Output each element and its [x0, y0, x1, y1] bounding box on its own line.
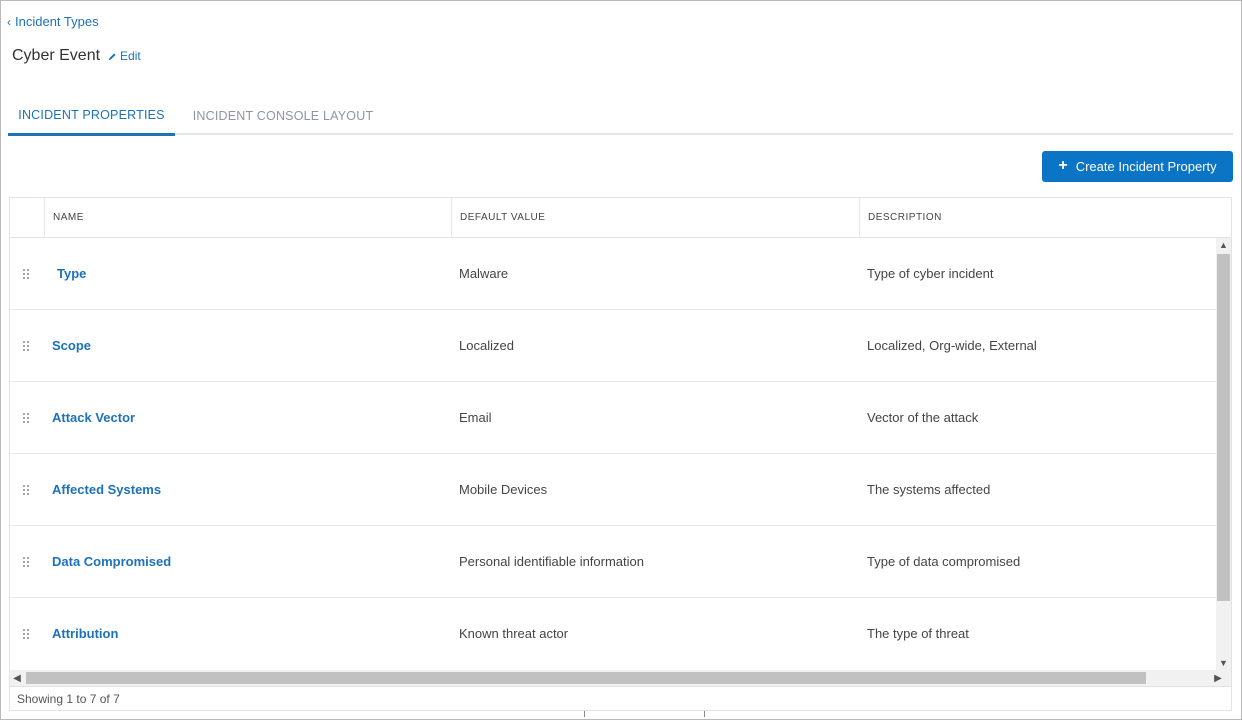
default-value-cell: Malware: [459, 266, 509, 281]
table-row: Scope Localized Localized, Org-wide, Ext…: [10, 310, 1216, 382]
drag-handle-icon[interactable]: [22, 238, 34, 309]
plus-icon: +: [1058, 157, 1068, 174]
description-cell: Localized, Org-wide, External: [867, 338, 1037, 353]
properties-table: NAME DEFAULT VALUE DESCRIPTION Type Malw…: [9, 197, 1232, 711]
property-name-link[interactable]: Type: [57, 238, 86, 309]
table-body: Type Malware Type of cyber incident Scop…: [10, 238, 1216, 668]
scroll-up-icon[interactable]: ▲: [1216, 238, 1231, 252]
column-header-description[interactable]: DESCRIPTION: [859, 198, 1231, 237]
drag-handle-icon[interactable]: [22, 598, 34, 668]
breadcrumb-link[interactable]: Incident Types: [15, 14, 99, 29]
table-row: Attribution Known threat actor The type …: [10, 598, 1216, 668]
description-cell: The systems affected: [867, 482, 991, 497]
property-name-link[interactable]: Attack Vector: [52, 382, 135, 453]
tab-bar: INCIDENT PROPERTIES INCIDENT CONSOLE LAY…: [8, 97, 1233, 136]
default-value-cell: Known threat actor: [459, 626, 569, 641]
column-header-default-value[interactable]: DEFAULT VALUE: [451, 198, 859, 237]
vertical-scrollbar[interactable]: ▲ ▼: [1216, 238, 1231, 670]
drag-handle-icon[interactable]: [22, 310, 34, 381]
drag-handle-icon[interactable]: [22, 454, 34, 525]
chevron-left-icon: ‹: [7, 14, 11, 29]
table-row: Attack Vector Email Vector of the attack: [10, 382, 1216, 454]
pencil-icon: [108, 52, 116, 60]
table-row: Affected Systems Mobile Devices The syst…: [10, 454, 1216, 526]
edit-button[interactable]: Edit: [108, 49, 141, 63]
scroll-right-icon[interactable]: ▶: [1211, 670, 1225, 686]
divider: [704, 711, 705, 717]
default-value-cell: Email: [459, 410, 492, 425]
table-row: Data Compromised Personal identifiable i…: [10, 526, 1216, 598]
horizontal-scrollbar[interactable]: ◀ ▶: [10, 670, 1231, 686]
edit-label: Edit: [120, 49, 141, 63]
default-value-cell: Localized: [459, 338, 514, 353]
property-name-link[interactable]: Attribution: [52, 598, 118, 668]
create-button-label: Create Incident Property: [1075, 159, 1217, 174]
divider: [584, 711, 585, 717]
tab-incident-console-layout[interactable]: INCIDENT CONSOLE LAYOUT: [185, 97, 381, 135]
horizontal-scroll-thumb[interactable]: [26, 672, 1146, 684]
page-title: Cyber Event: [12, 47, 101, 64]
default-value-cell: Mobile Devices: [459, 482, 548, 497]
default-value-cell: Personal identifiable information: [459, 554, 644, 569]
header-drag-column: [10, 198, 44, 237]
breadcrumb[interactable]: ‹ Incident Types: [7, 14, 99, 29]
scroll-left-icon[interactable]: ◀: [10, 670, 24, 686]
description-cell: Type of data compromised: [867, 554, 1021, 569]
page-frame: ‹ Incident Types Cyber Event Edit INCIDE…: [0, 0, 1242, 720]
vertical-scroll-thumb[interactable]: [1217, 254, 1230, 601]
description-cell: Type of cyber incident: [867, 266, 994, 281]
table-header: NAME DEFAULT VALUE DESCRIPTION: [10, 198, 1231, 238]
create-incident-property-button[interactable]: + Create Incident Property: [1042, 151, 1233, 182]
drag-handle-icon[interactable]: [22, 526, 34, 597]
scroll-down-icon[interactable]: ▼: [1216, 656, 1231, 670]
description-cell: The type of threat: [867, 626, 969, 641]
property-name-link[interactable]: Scope: [52, 310, 91, 381]
pagination-summary: Showing 1 to 7 of 7: [10, 686, 1231, 710]
tab-incident-properties[interactable]: INCIDENT PROPERTIES: [8, 97, 175, 136]
description-cell: Vector of the attack: [867, 410, 979, 425]
property-name-link[interactable]: Data Compromised: [52, 526, 171, 597]
table-row: Type Malware Type of cyber incident: [10, 238, 1216, 310]
property-name-link[interactable]: Affected Systems: [52, 454, 161, 525]
title-row: Cyber Event Edit: [12, 47, 141, 65]
drag-handle-icon[interactable]: [22, 382, 34, 453]
column-header-name[interactable]: NAME: [44, 198, 451, 237]
